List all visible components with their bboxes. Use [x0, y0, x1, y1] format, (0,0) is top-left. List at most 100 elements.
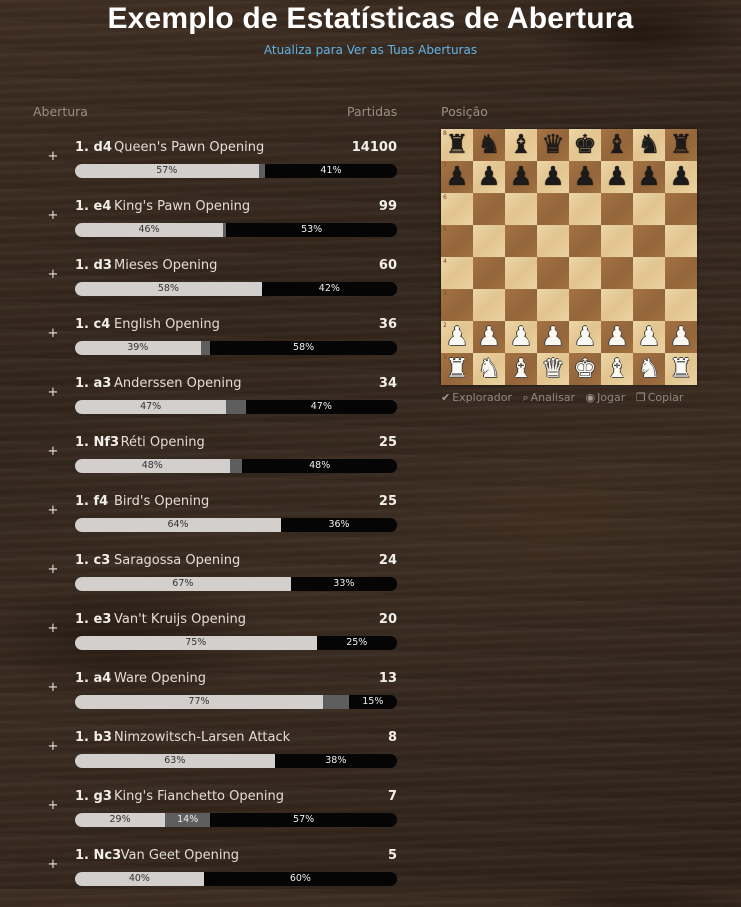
board-square[interactable] [665, 193, 697, 225]
board-square[interactable]: ♛ [537, 353, 569, 385]
board-square[interactable] [505, 225, 537, 257]
white-rook-icon[interactable]: ♜ [445, 355, 468, 383]
board-square[interactable]: ♟ [473, 161, 505, 193]
chess-board[interactable]: 8 ♜ ♞ ♝ ♛ ♚ ♝ ♞ ♜ 7 ♟ ♟ ♟ ♟ ♟ ♟ ♟ ♟ 6 5 4 3 2 ♟ ♟ ♟ ♟ ♟ ♟ ♟ ♟ 1 ♜ ♞ ♝ ♛ ♚ ♝ ♞ ♜ [441, 129, 697, 385]
board-square[interactable] [505, 193, 537, 225]
white-pawn-icon[interactable]: ♟ [477, 323, 500, 351]
board-square[interactable]: ♟ [601, 321, 633, 353]
board-square[interactable]: ♟ [505, 321, 537, 353]
board-square[interactable] [505, 289, 537, 321]
board-square[interactable]: ♟ [473, 321, 505, 353]
board-square[interactable]: ♝ [505, 353, 537, 385]
board-square[interactable] [601, 193, 633, 225]
board-square[interactable]: ♟ [633, 321, 665, 353]
board-square[interactable] [601, 225, 633, 257]
board-square[interactable] [633, 257, 665, 289]
board-square[interactable]: 1 ♜ [441, 353, 473, 385]
opening-name[interactable]: English Opening [114, 317, 220, 332]
board-square[interactable]: ♟ [569, 321, 601, 353]
expand-icon[interactable]: + [47, 739, 59, 754]
opening-row[interactable]: +1. b3 Nimzowitsch-Larsen Attack 8 63% 38% [0, 730, 420, 789]
board-square[interactable] [505, 257, 537, 289]
board-square[interactable]: ♟ [537, 161, 569, 193]
opening-name[interactable]: Mieses Opening [114, 258, 217, 273]
expand-icon[interactable]: + [47, 326, 59, 341]
opening-name[interactable]: Van't Kruijs Opening [114, 612, 246, 627]
opening-row[interactable]: +1. a4 Ware Opening 13 77% 15% [0, 671, 420, 730]
board-square[interactable]: ♝ [601, 129, 633, 161]
board-square[interactable]: ♞ [633, 129, 665, 161]
white-pawn-icon[interactable]: ♟ [573, 323, 596, 351]
board-square[interactable]: ♟ [505, 161, 537, 193]
white-rook-icon[interactable]: ♜ [669, 355, 692, 383]
board-square[interactable] [473, 193, 505, 225]
expand-icon[interactable]: + [47, 857, 59, 872]
copy-button[interactable]: ❐ Copiar [636, 391, 684, 404]
white-bishop-icon[interactable]: ♝ [509, 355, 532, 383]
white-pawn-icon[interactable]: ♟ [509, 323, 532, 351]
black-rook-icon[interactable]: ♜ [445, 131, 468, 159]
opening-row[interactable]: +1. d4 Queen's Pawn Opening 14100 57% 41% [0, 140, 420, 199]
opening-row[interactable]: +1. g3 King's Fianchetto Opening 7 29% 14% 57… [0, 789, 420, 848]
opening-row[interactable]: +1. a3 Anderssen Opening 34 47% 47% [0, 376, 420, 435]
opening-name[interactable]: Queen's Pawn Opening [114, 140, 264, 155]
analysis-button[interactable]: ⌕ Analisar [522, 391, 575, 404]
opening-name[interactable]: Anderssen Opening [114, 376, 241, 391]
board-square[interactable]: 7 ♟ [441, 161, 473, 193]
board-square[interactable]: ♚ [569, 353, 601, 385]
board-square[interactable] [601, 289, 633, 321]
board-square[interactable]: ♟ [569, 161, 601, 193]
white-pawn-icon[interactable]: ♟ [445, 323, 468, 351]
board-square[interactable] [569, 193, 601, 225]
expand-icon[interactable]: + [47, 503, 59, 518]
board-square[interactable]: 2 ♟ [441, 321, 473, 353]
black-pawn-icon[interactable]: ♟ [637, 163, 660, 191]
opening-row[interactable]: +1. e3 Van't Kruijs Opening 20 75% 25% [0, 612, 420, 671]
black-queen-icon[interactable]: ♛ [541, 131, 564, 159]
black-rook-icon[interactable]: ♜ [669, 131, 692, 159]
white-knight-icon[interactable]: ♞ [637, 355, 660, 383]
board-square[interactable]: ♝ [505, 129, 537, 161]
board-square[interactable]: ♞ [473, 129, 505, 161]
black-pawn-icon[interactable]: ♟ [605, 163, 628, 191]
expand-icon[interactable]: + [47, 798, 59, 813]
black-pawn-icon[interactable]: ♟ [509, 163, 532, 191]
expand-icon[interactable]: + [47, 385, 59, 400]
opening-name[interactable]: Nimzowitsch-Larsen Attack [114, 730, 290, 745]
board-square[interactable] [665, 289, 697, 321]
black-knight-icon[interactable]: ♞ [477, 131, 500, 159]
board-square[interactable] [633, 289, 665, 321]
board-square[interactable]: 8 ♜ [441, 129, 473, 161]
board-square[interactable] [537, 257, 569, 289]
black-pawn-icon[interactable]: ♟ [573, 163, 596, 191]
board-square[interactable] [473, 257, 505, 289]
board-square[interactable] [633, 193, 665, 225]
board-square[interactable]: ♟ [665, 321, 697, 353]
expand-icon[interactable]: + [47, 680, 59, 695]
opening-name[interactable]: King's Fianchetto Opening [114, 789, 284, 804]
opening-row[interactable]: +1. c3 Saragossa Opening 24 67% 33% [0, 553, 420, 612]
opening-row[interactable]: +1. d3 Mieses Opening 60 58% 42% [0, 258, 420, 317]
white-bishop-icon[interactable]: ♝ [605, 355, 628, 383]
expand-icon[interactable]: + [47, 149, 59, 164]
expand-icon[interactable]: + [47, 208, 59, 223]
black-king-icon[interactable]: ♚ [573, 131, 596, 159]
board-square[interactable] [665, 225, 697, 257]
board-square[interactable]: ♞ [633, 353, 665, 385]
board-square[interactable] [665, 257, 697, 289]
white-knight-icon[interactable]: ♞ [477, 355, 500, 383]
board-square[interactable] [633, 225, 665, 257]
upgrade-link[interactable]: Atualiza para Ver as Tuas Aberturas [0, 43, 741, 57]
board-square[interactable]: 3 [441, 289, 473, 321]
expand-icon[interactable]: + [47, 562, 59, 577]
black-bishop-icon[interactable]: ♝ [509, 131, 532, 159]
black-bishop-icon[interactable]: ♝ [605, 131, 628, 159]
opening-row[interactable]: +1. f4 Bird's Opening 25 64% 36% [0, 494, 420, 553]
black-pawn-icon[interactable]: ♟ [445, 163, 468, 191]
black-knight-icon[interactable]: ♞ [637, 131, 660, 159]
expand-icon[interactable]: + [47, 267, 59, 282]
board-square[interactable]: 5 [441, 225, 473, 257]
white-pawn-icon[interactable]: ♟ [605, 323, 628, 351]
explorer-button[interactable]: ✔ Explorador [441, 391, 512, 404]
board-square[interactable]: ♞ [473, 353, 505, 385]
